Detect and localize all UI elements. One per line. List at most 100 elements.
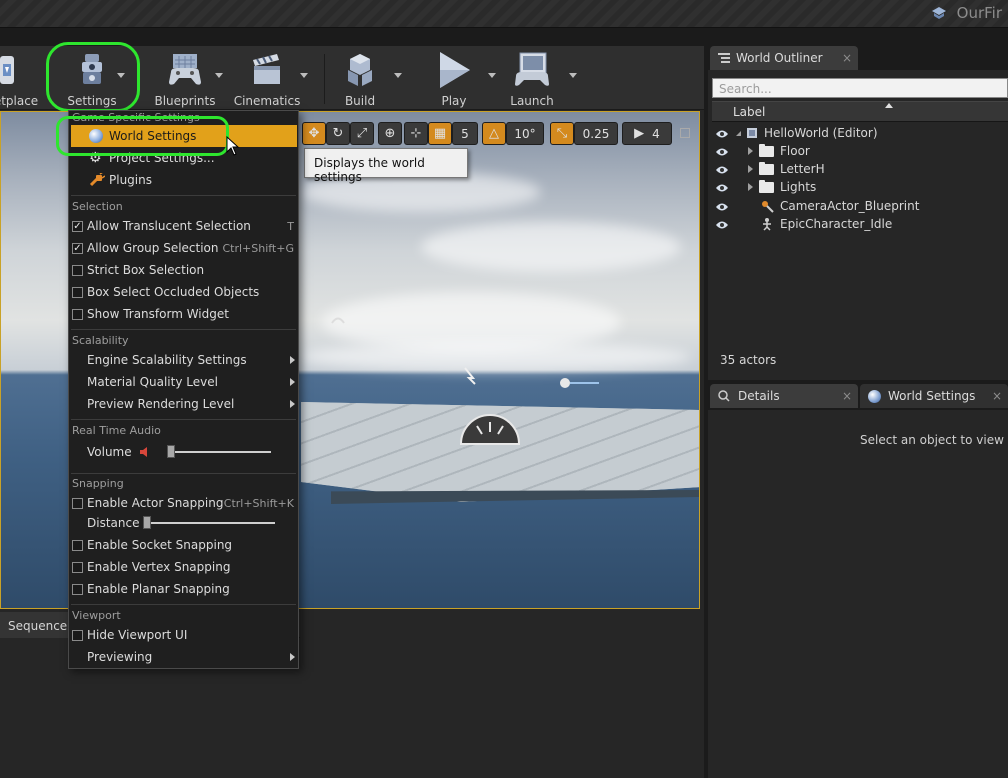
outliner-icon (718, 52, 730, 64)
visibility-eye-icon[interactable] (715, 128, 729, 138)
project-name-tab[interactable]: OurFir (923, 0, 1008, 26)
launch-button[interactable]: Launch (508, 50, 556, 108)
world-local-toggle-button[interactable]: ⊕ (378, 122, 402, 145)
tab-world-outliner[interactable]: World Outliner × (710, 46, 858, 70)
menu-item-plugins[interactable]: Plugins (69, 169, 298, 191)
menu-item-enable-vertex-snapping[interactable]: Enable Vertex Snapping (69, 556, 298, 578)
menu-item-box-select-occluded[interactable]: Box Select Occluded Objects (69, 281, 298, 303)
build-dropdown-arrow-icon[interactable] (394, 73, 402, 78)
menu-item-distance: Distance (69, 512, 298, 534)
sky-cloud (421, 222, 681, 272)
menu-item-allow-group-selection[interactable]: ✓ Allow Group Selection Ctrl+Shift+G (69, 237, 298, 259)
checkbox-unchecked[interactable] (72, 629, 83, 641)
menu-item-hide-viewport-ui[interactable]: Hide Viewport UI (69, 624, 298, 646)
tree-row-cameraactor[interactable]: CameraActor_Blueprint (760, 197, 919, 215)
cinematics-dropdown-arrow-icon[interactable] (300, 73, 308, 78)
play-label: Play (441, 94, 467, 108)
menu-item-preview-rendering[interactable]: Preview Rendering Level (69, 393, 298, 415)
tree-row-floor[interactable]: Floor (748, 142, 810, 160)
tree-row-label: EpicCharacter_Idle (780, 217, 893, 231)
speaker-muted-icon[interactable] (139, 446, 151, 461)
visibility-eye-icon[interactable] (715, 164, 729, 174)
floor-edge (331, 490, 699, 504)
grid-snap-toggle[interactable]: ▦ (428, 122, 452, 145)
marketplace-label: etplace (0, 94, 39, 108)
visibility-eye-icon[interactable] (715, 201, 729, 211)
close-details-icon[interactable]: × (842, 389, 852, 403)
grid-snap-value[interactable]: 5 (452, 122, 478, 145)
scale-snap-value[interactable]: 0.25 (574, 122, 618, 145)
tab-world-settings[interactable]: World Settings × (860, 384, 1008, 408)
distance-slider-handle[interactable] (143, 516, 151, 529)
close-world-settings-icon[interactable]: × (992, 389, 1002, 403)
blueprints-button[interactable]: Blueprints (152, 50, 218, 108)
label-column-header[interactable]: Label (712, 101, 1008, 122)
maximize-viewport-icon[interactable] (680, 128, 690, 138)
launch-dropdown-arrow-icon[interactable] (569, 73, 577, 78)
checkbox-unchecked[interactable] (72, 264, 83, 276)
project-name: OurFir (956, 4, 1002, 22)
checkbox-checked[interactable]: ✓ (72, 220, 83, 232)
directional-light-icon[interactable] (555, 374, 601, 388)
visibility-eye-icon[interactable] (715, 219, 729, 229)
scale-snap-icon: ⤡ (556, 126, 568, 141)
menu-item-enable-actor-snapping[interactable]: Enable Actor Snapping Ctrl+Shift+K (69, 492, 298, 514)
tree-row-epiccharacter[interactable]: EpicCharacter_Idle (760, 215, 892, 233)
menu-item-previewing[interactable]: Previewing (69, 646, 298, 668)
visibility-eye-icon[interactable] (715, 182, 729, 192)
marketplace-button[interactable]: etplace (0, 50, 40, 108)
sky-light-icon[interactable] (461, 366, 481, 386)
camera-actor-gizmo-icon[interactable] (459, 412, 521, 446)
world-icon (745, 127, 759, 139)
distance-slider-track[interactable] (147, 522, 275, 524)
build-button[interactable]: Build (338, 50, 382, 108)
menu-item-enable-socket-snapping[interactable]: Enable Socket Snapping (69, 534, 298, 556)
volume-slider-handle[interactable] (167, 445, 175, 458)
checkbox-unchecked[interactable] (72, 561, 83, 573)
rotation-snap-value[interactable]: 10° (506, 122, 544, 145)
menu-item-label: Previewing (87, 650, 153, 664)
rotate-mode-button[interactable]: ↻ (326, 122, 350, 145)
menu-item-engine-scalability[interactable]: Engine Scalability Settings (69, 349, 298, 371)
menu-item-material-quality[interactable]: Material Quality Level (69, 371, 298, 393)
menu-item-allow-translucent-selection[interactable]: ✓ Allow Translucent Selection T (69, 215, 298, 237)
outliner-search-input[interactable]: Search... (712, 78, 1008, 98)
checkbox-unchecked[interactable] (72, 497, 83, 509)
cinematics-label: Cinematics (233, 94, 301, 108)
translate-mode-button[interactable]: ✥ (302, 122, 326, 145)
visibility-eye-icon[interactable] (715, 146, 729, 156)
checkbox-unchecked[interactable] (72, 539, 83, 551)
rotation-snap-toggle[interactable]: △ (482, 122, 506, 145)
world-settings-tooltip: Displays the world settings (304, 148, 468, 184)
tree-row-lights[interactable]: Lights (748, 178, 816, 196)
scale-snap-toggle[interactable]: ⤡ (550, 122, 574, 145)
checkbox-unchecked[interactable] (72, 583, 83, 595)
details-empty-message: Select an object to view deta (860, 433, 1008, 447)
surface-snapping-button[interactable]: ⊹ (404, 122, 428, 145)
tree-row-letterh[interactable]: LetterH (748, 160, 825, 178)
play-button[interactable]: Play (432, 50, 476, 108)
menu-item-enable-planar-snapping[interactable]: Enable Planar Snapping (69, 578, 298, 600)
play-icon (434, 50, 474, 90)
close-outliner-icon[interactable]: × (842, 51, 852, 65)
checkbox-unchecked[interactable] (72, 308, 83, 320)
blueprints-dropdown-arrow-icon[interactable] (215, 73, 223, 78)
checkbox-unchecked[interactable] (72, 286, 83, 298)
menu-item-label: Allow Translucent Selection (87, 219, 251, 233)
world-settings-globe-icon (868, 389, 881, 403)
tree-row-helloworld[interactable]: HelloWorld (Editor) (736, 124, 878, 142)
menu-item-label: Distance (87, 516, 140, 530)
tab-details[interactable]: Details × (710, 384, 858, 408)
clapperboard-icon (247, 50, 287, 90)
menu-item-show-transform-widget[interactable]: Show Transform Widget (69, 303, 298, 325)
scale-mode-button[interactable]: ⤢ (350, 122, 374, 145)
details-info-icon (718, 390, 730, 402)
checkbox-checked[interactable]: ✓ (72, 242, 83, 254)
menu-divider (71, 473, 296, 474)
menu-item-strict-box-selection[interactable]: Strict Box Selection (69, 259, 298, 281)
play-dropdown-arrow-icon[interactable] (488, 73, 496, 78)
volume-slider-track[interactable] (169, 451, 271, 453)
cinematics-button[interactable]: Cinematics (234, 50, 300, 108)
camera-speed-button[interactable]: ▶ 4 (622, 122, 672, 145)
collapsed-arrow-icon (748, 147, 753, 155)
